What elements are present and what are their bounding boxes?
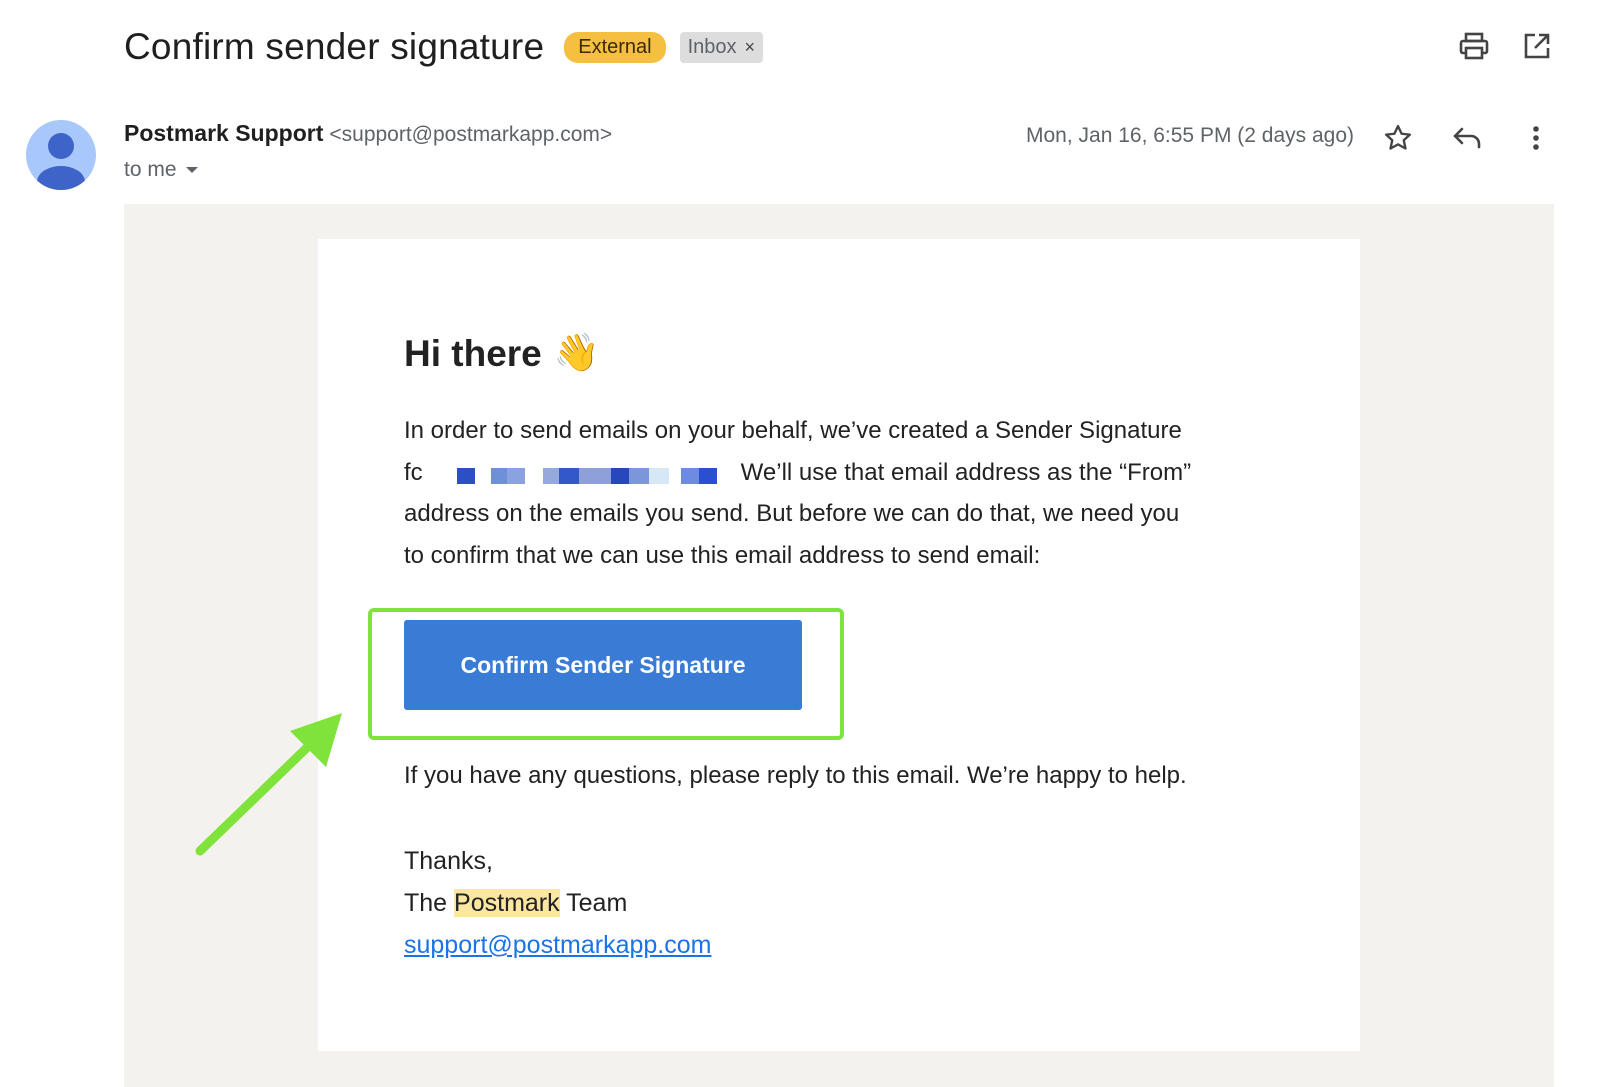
redacted-email-address <box>427 462 737 485</box>
help-paragraph: If you have any questions, please reply … <box>404 762 1187 789</box>
team-line: The Postmark Team <box>404 882 711 924</box>
intro-line-1: In order to send emails on your behalf, … <box>404 417 1182 444</box>
sender-line: Postmark Support <support@postmarkapp.com… <box>124 120 612 147</box>
reply-icon[interactable] <box>1447 118 1487 158</box>
more-vertical-icon[interactable] <box>1516 118 1556 158</box>
print-icon[interactable] <box>1456 28 1492 64</box>
inbox-label[interactable]: Inbox × <box>679 31 764 63</box>
thanks-text: Thanks, <box>404 847 493 875</box>
open-in-new-window-icon[interactable] <box>1519 28 1555 64</box>
star-icon[interactable] <box>1378 118 1418 158</box>
email-subject: Confirm sender signature <box>124 26 545 67</box>
avatar[interactable] <box>26 120 96 190</box>
intro-line-2-rest: We’ll use that email address as the “Fro… <box>740 458 1192 486</box>
intro-line-4: to confirm that we can use this email ad… <box>404 542 1041 570</box>
greeting-text: Hi there <box>404 332 542 374</box>
external-label: External <box>564 31 666 63</box>
remove-label-icon[interactable]: × <box>745 37 756 58</box>
confirm-sender-signature-button[interactable]: Confirm Sender Signature <box>404 620 802 710</box>
recipient-details-toggle[interactable]: to me <box>124 158 199 182</box>
team-prefix: The <box>404 889 448 917</box>
subject-row: Confirm sender signature External Inbox … <box>124 22 764 72</box>
pointer-arrow <box>195 713 342 856</box>
support-email-link[interactable]: support@postmarkapp.com <box>404 931 711 959</box>
greeting-heading: Hi there 👋 <box>404 332 600 375</box>
intro-line-2-prefix: fc <box>404 458 423 486</box>
intro-paragraph: In order to send emails on your behalf, … <box>404 410 1284 577</box>
intro-line-2: fc We’ll use that email address as the “… <box>404 452 1284 494</box>
recipient-label: to me <box>124 158 177 181</box>
sender-name[interactable]: Postmark Support <box>124 120 323 146</box>
email-date: Mon, Jan 16, 6:55 PM (2 days ago) <box>1026 124 1355 147</box>
inbox-label-text: Inbox <box>687 35 737 58</box>
chevron-down-icon <box>185 167 198 173</box>
team-brand: Postmark <box>454 889 560 917</box>
signoff: Thanks, The Postmark Team support@postma… <box>404 840 711 966</box>
sender-email: <support@postmarkapp.com> <box>329 123 613 146</box>
team-suffix: Team <box>566 889 628 917</box>
waving-hand-emoji: 👋 <box>553 332 600 373</box>
intro-line-3: address on the emails you send. But befo… <box>404 500 1180 528</box>
